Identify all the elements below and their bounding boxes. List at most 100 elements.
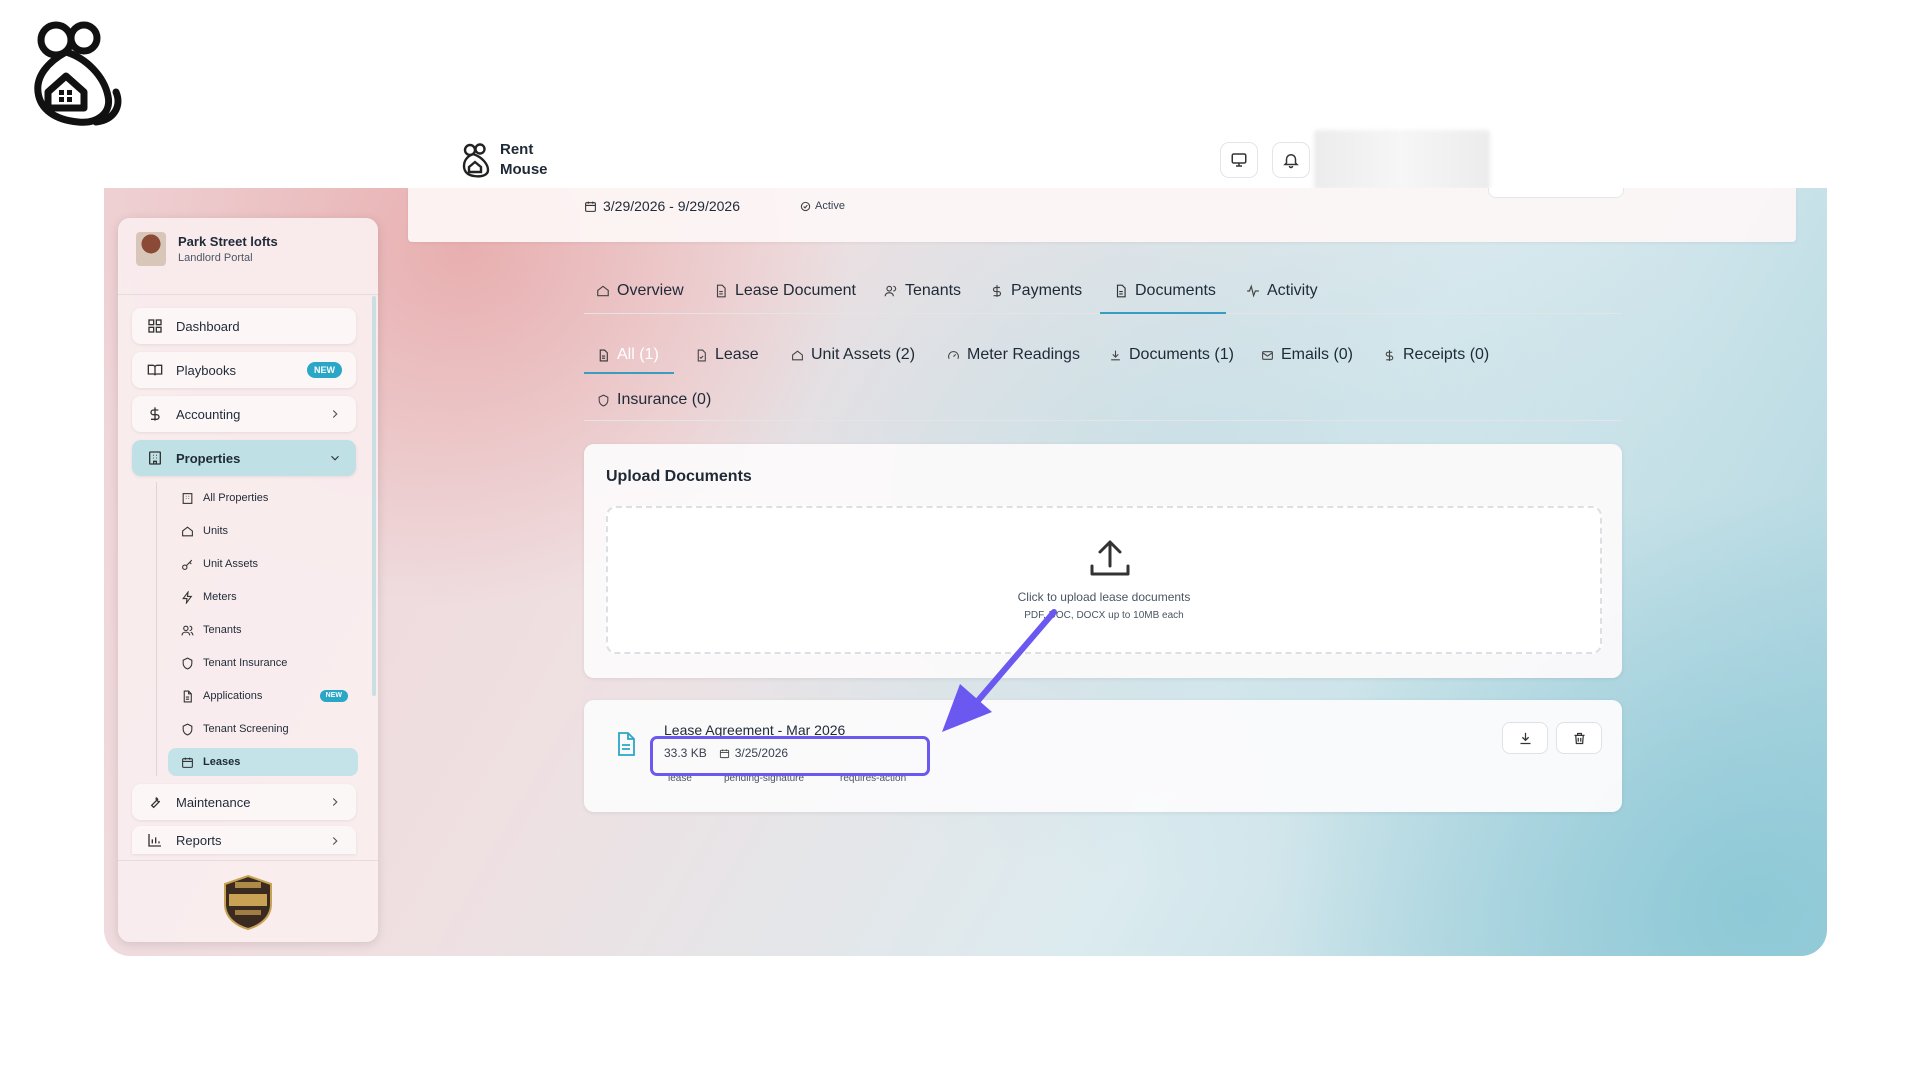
submenu-guide-line <box>156 482 157 776</box>
bell-icon <box>1283 154 1299 169</box>
monitor-icon <box>1231 153 1247 167</box>
calendar-icon <box>585 201 596 212</box>
sidebar-sub-all-properties[interactable]: All Properties <box>168 484 358 512</box>
download-icon <box>1520 732 1530 744</box>
subtab-active-indicator <box>584 372 674 374</box>
subtab-documents[interactable]: Documents (1) <box>1108 340 1234 370</box>
sidebar-item-reports[interactable]: Reports <box>132 826 356 854</box>
pro-founding-member-badge-icon <box>224 874 272 930</box>
calendar-icon <box>180 755 194 769</box>
app-name: Rent Mouse <box>500 141 548 178</box>
wrench-icon <box>146 793 164 811</box>
tab-tenants[interactable]: Tenants <box>884 276 961 306</box>
summary-action-button[interactable] <box>1488 188 1624 198</box>
sidebar-item-accounting[interactable]: Accounting <box>132 396 356 432</box>
download-icon <box>1108 348 1122 362</box>
sidebar-sub-tenant-screening[interactable]: Tenant Screening <box>168 715 358 743</box>
subtab-emails[interactable]: Emails (0) <box>1260 340 1353 370</box>
app-content: Park Street lofts Landlord Portal Dashbo… <box>104 188 1827 956</box>
tab-overview[interactable]: Overview <box>596 276 684 306</box>
sidebar-item-label: Maintenance <box>176 794 251 810</box>
file-icon <box>180 689 194 703</box>
sidebar-sub-meters[interactable]: Meters <box>168 583 358 611</box>
bar-chart-icon <box>146 831 164 849</box>
dollar-icon <box>146 405 164 423</box>
sidebar-item-label: Dashboard <box>176 318 240 334</box>
sidebar-item-maintenance[interactable]: Maintenance <box>132 784 356 820</box>
subtab-insurance[interactable]: Insurance (0) <box>596 385 711 415</box>
file-icon <box>596 348 610 362</box>
trash-icon <box>1574 732 1584 744</box>
sidebar-sub-leases[interactable]: Leases <box>168 748 358 776</box>
sidebar-divider <box>118 294 378 295</box>
users-icon <box>180 623 194 637</box>
zap-icon <box>180 590 194 604</box>
tab-documents[interactable]: Documents <box>1114 276 1216 306</box>
sidebar-sub-tenant-insurance[interactable]: Tenant Insurance <box>168 649 358 677</box>
new-badge: NEW <box>307 362 342 378</box>
key-icon <box>180 557 194 571</box>
tab-payments[interactable]: Payments <box>990 276 1082 306</box>
file-icon <box>1114 284 1128 298</box>
subtab-all[interactable]: All (1) <box>596 340 659 370</box>
notifications-button[interactable] <box>1272 142 1310 178</box>
subtab-receipts[interactable]: Receipts (0) <box>1382 340 1489 370</box>
sidebar-item-label: Properties <box>176 450 241 466</box>
org-name: Park Street lofts <box>178 234 278 249</box>
download-button[interactable] <box>1502 722 1548 754</box>
subtab-meter-readings[interactable]: Meter Readings <box>946 340 1080 370</box>
sidebar-sub-units[interactable]: Units <box>168 517 358 545</box>
subtab-unit-assets[interactable]: Unit Assets (2) <box>790 340 915 370</box>
main-tab-active-indicator <box>1100 312 1226 314</box>
upload-documents-card: Upload Documents Click to upload lease d… <box>584 444 1622 678</box>
file-icon <box>694 348 708 362</box>
book-icon <box>146 361 164 379</box>
building-icon <box>146 449 164 467</box>
sidebar-item-label: Playbooks <box>176 362 236 378</box>
shield-icon <box>596 393 610 407</box>
sidebar-item-playbooks[interactable]: Playbooks NEW <box>132 352 356 388</box>
shield-icon <box>180 656 194 670</box>
activity-icon <box>1246 284 1260 298</box>
subtabs-separator <box>584 420 1622 421</box>
shield-icon <box>180 722 194 736</box>
upload-icon <box>1090 540 1130 576</box>
chevron-right-icon <box>332 798 338 806</box>
lease-dates: 3/29/2026 - 9/29/2026 <box>584 198 740 214</box>
building-icon <box>180 491 194 505</box>
org-avatar <box>136 232 166 266</box>
sidebar-scrollbar[interactable] <box>372 296 376 696</box>
dollar-icon <box>1382 348 1396 362</box>
home-icon <box>790 348 804 362</box>
tab-lease-document[interactable]: Lease Document <box>714 276 856 306</box>
dollar-icon <box>990 284 1004 298</box>
chevron-down-icon <box>331 455 339 461</box>
sidebar-sub-applications[interactable]: Applications NEW <box>168 682 358 710</box>
upload-title: Upload Documents <box>606 468 752 485</box>
user-menu-blurred[interactable] <box>1314 130 1490 190</box>
home-icon <box>180 524 194 538</box>
sidebar-sub-unit-assets[interactable]: Unit Assets <box>168 550 358 578</box>
users-icon <box>884 284 898 298</box>
sidebar-sub-tenants[interactable]: Tenants <box>168 616 358 644</box>
sidebar-item-dashboard[interactable]: Dashboard <box>132 308 356 344</box>
subtab-lease[interactable]: Lease <box>694 340 759 370</box>
delete-button[interactable] <box>1556 722 1602 754</box>
annotation-arrow-icon <box>942 609 1057 732</box>
sidebar-footer-divider <box>118 860 378 861</box>
org-subtitle: Landlord Portal <box>178 252 253 264</box>
document-file-icon <box>618 732 635 756</box>
chevron-right-icon <box>332 837 338 845</box>
lease-summary-card: 3/29/2026 - 9/29/2026 Active <box>408 188 1796 242</box>
org-header[interactable]: Park Street lofts Landlord Portal <box>136 232 278 266</box>
home-icon <box>596 284 610 298</box>
display-button[interactable] <box>1220 142 1258 178</box>
tab-activity[interactable]: Activity <box>1246 276 1318 306</box>
rent-mouse-brand-logo-icon <box>34 21 122 126</box>
grid-icon <box>146 317 164 335</box>
rent-mouse-logo-icon <box>462 143 490 178</box>
highlight-box <box>650 736 930 776</box>
upload-dropzone[interactable]: Click to upload lease documents PDF, DOC… <box>606 506 1602 654</box>
sidebar-item-properties[interactable]: Properties <box>132 440 356 476</box>
upload-hint: PDF, DOC, DOCX up to 10MB each <box>1024 610 1184 621</box>
